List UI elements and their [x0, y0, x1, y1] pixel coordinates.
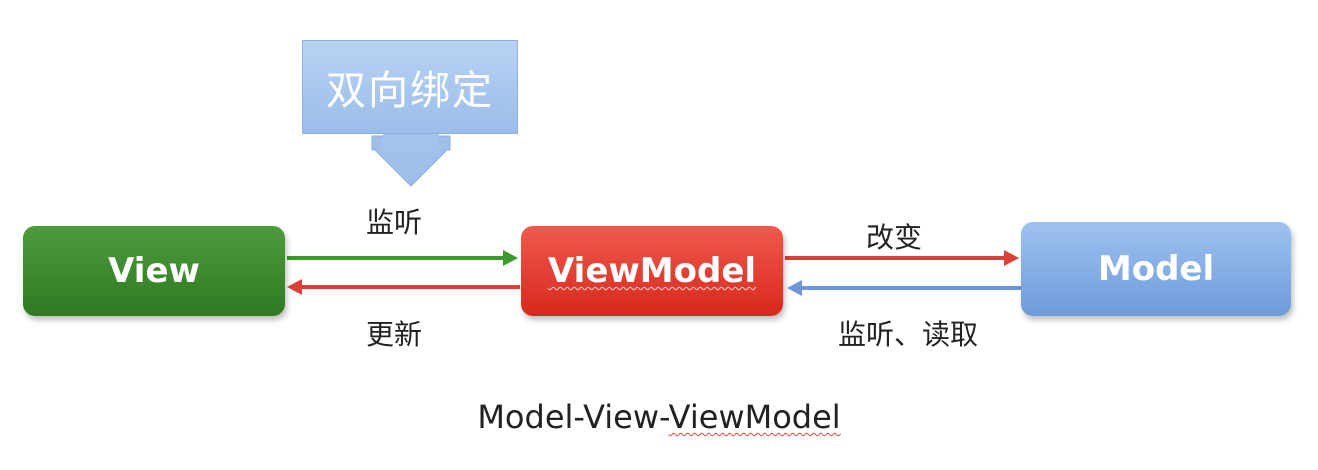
node-model: Model: [1021, 222, 1291, 316]
node-model-label: Model: [1097, 249, 1215, 289]
node-viewmodel-label: ViewModel: [547, 251, 757, 291]
arrow-view-to-viewmodel-head: [503, 250, 518, 266]
arrow-viewmodel-to-model-head: [1004, 250, 1019, 266]
diagram-caption: Model-View-ViewModel: [0, 398, 1318, 436]
callout-label: 双向绑定: [326, 68, 494, 114]
arrow-viewmodel-to-view-head: [287, 279, 302, 295]
node-viewmodel: ViewModel: [521, 226, 783, 316]
edge-label-listen: 监听: [366, 206, 423, 239]
callout-two-way-binding: 双向绑定: [302, 40, 518, 134]
mvvm-diagram: 双向绑定 View ViewModel Model 监听 更新 改变 监听、读取…: [0, 0, 1318, 470]
node-view-label: View: [108, 251, 200, 291]
edge-label-update: 更新: [366, 318, 423, 351]
arrow-model-to-viewmodel-head: [787, 280, 802, 296]
caption-suffix: ViewModel: [668, 398, 841, 436]
node-view: View: [23, 226, 285, 316]
edge-label-change: 改变: [866, 221, 923, 254]
edge-label-listen-read: 监听、读取: [838, 318, 979, 351]
callout-arrow-shaft: [383, 132, 439, 152]
caption-prefix: Model-View-: [477, 398, 669, 436]
